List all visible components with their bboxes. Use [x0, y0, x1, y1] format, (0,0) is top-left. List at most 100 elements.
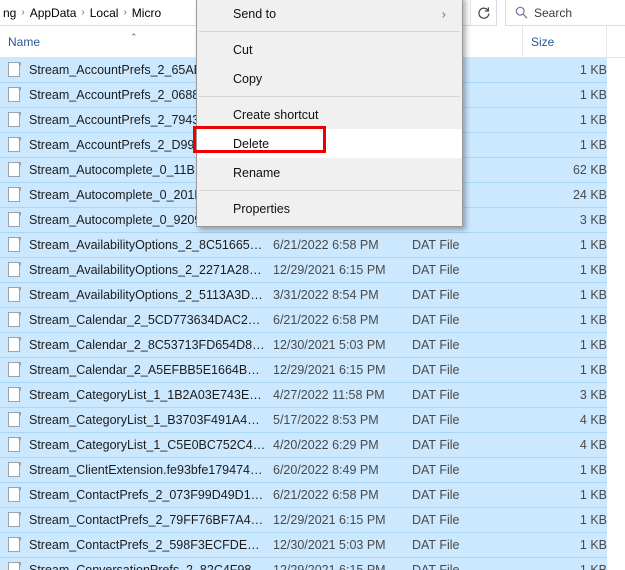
- menu-separator: [199, 31, 460, 32]
- table-row[interactable]: Stream_Calendar_2_8C53713FD654D84BB... 12…: [0, 333, 625, 358]
- table-row[interactable]: Stream_CategoryList_1_B3703F491A48B8... 5…: [0, 408, 625, 433]
- file-size-cell: 24 KB: [500, 183, 607, 207]
- breadcrumb-item[interactable]: Local: [87, 3, 122, 23]
- table-row[interactable]: Stream_ClientExtension.fe93bfe17947460..…: [0, 458, 625, 483]
- file-name-label: Stream_AccountPrefs_2_65AEC...: [29, 63, 221, 77]
- file-icon: [8, 362, 21, 378]
- menu-item-cut[interactable]: Cut: [197, 35, 462, 64]
- menu-item-label: Properties: [233, 202, 290, 216]
- table-row[interactable]: Stream_CategoryList_1_C5E0BC752C42D7... 4…: [0, 433, 625, 458]
- file-icon: [8, 112, 21, 128]
- search-box[interactable]: Search: [505, 0, 625, 26]
- file-name-cell[interactable]: Stream_ClientExtension.fe93bfe17947460..…: [8, 458, 266, 482]
- file-name-cell[interactable]: Stream_Calendar_2_8C53713FD654D84BB...: [8, 333, 266, 357]
- menu-item-label: Delete: [233, 137, 269, 151]
- file-name-cell[interactable]: Stream_ContactPrefs_2_073F99D49D1B45...: [8, 483, 266, 507]
- table-row[interactable]: Stream_ContactPrefs_2_79FF76BF7A4AED... 1…: [0, 508, 625, 533]
- file-name-label: Stream_Calendar_2_A5EFBB5E1664BC48B...: [29, 363, 266, 377]
- breadcrumb-separator-icon: ›: [121, 5, 128, 21]
- file-icon: [8, 337, 21, 353]
- file-name-label: Stream_Autocomplete_0_201B...: [29, 188, 213, 202]
- table-row[interactable]: Stream_Calendar_2_5CD773634DAC2C49... 6/2…: [0, 308, 625, 333]
- file-icon: [8, 512, 21, 528]
- file-date-cell: 4/20/2022 6:29 PM: [273, 433, 407, 457]
- file-size-cell: 3 KB: [500, 208, 607, 232]
- table-row[interactable]: Stream_AvailabilityOptions_2_2271A286B..…: [0, 258, 625, 283]
- file-size-cell: 1 KB: [500, 58, 607, 82]
- breadcrumb-separator-icon: ›: [19, 5, 26, 21]
- file-name-cell[interactable]: Stream_AvailabilityOptions_2_2271A286B..…: [8, 258, 266, 282]
- menu-item-create-shortcut[interactable]: Create shortcut: [197, 100, 462, 129]
- breadcrumb-item[interactable]: ng: [0, 3, 19, 23]
- file-icon: [8, 387, 21, 403]
- table-row[interactable]: Stream_CategoryList_1_1B2A03E743E9904...…: [0, 383, 625, 408]
- file-date-cell: 6/21/2022 6:58 PM: [273, 233, 407, 257]
- menu-item-send-to[interactable]: Send to›: [197, 0, 462, 28]
- table-row[interactable]: Stream_Calendar_2_A5EFBB5E1664BC48B...12…: [0, 358, 625, 383]
- table-row[interactable]: Stream_AvailabilityOptions_2_8C51665C8..…: [0, 233, 625, 258]
- refresh-button[interactable]: [470, 0, 496, 26]
- file-name-cell[interactable]: Stream_CategoryList_1_C5E0BC752C42D7...: [8, 433, 266, 457]
- table-row[interactable]: Stream_ContactPrefs_2_598F3ECFDEDEC... 12…: [0, 533, 625, 558]
- file-name-label: Stream_AvailabilityOptions_2_8C51665C8..…: [29, 238, 266, 252]
- file-size-cell: 4 KB: [500, 408, 607, 432]
- file-size-cell: 4 KB: [500, 433, 607, 457]
- file-name-label: Stream_AvailabilityOptions_2_5113A3D5...: [29, 288, 266, 302]
- file-size-cell: 62 KB: [500, 158, 607, 182]
- file-date-cell: 12/30/2021 5:03 PM: [273, 533, 407, 557]
- file-size-cell: 1 KB: [500, 358, 607, 382]
- file-name-cell[interactable]: Stream_AvailabilityOptions_2_8C51665C8..…: [8, 233, 266, 257]
- file-date-cell: 12/30/2021 5:03 PM: [273, 333, 407, 357]
- search-icon: [515, 6, 528, 19]
- file-name-cell[interactable]: Stream_Calendar_2_5CD773634DAC2C49...: [8, 308, 266, 332]
- menu-item-copy[interactable]: Copy: [197, 64, 462, 93]
- file-icon: [8, 162, 21, 178]
- column-header-size-label: Size: [523, 35, 554, 49]
- file-size-cell: 1 KB: [500, 458, 607, 482]
- table-row[interactable]: Stream_ConversationPrefs_2_82C4F980B0...…: [0, 558, 625, 570]
- file-icon: [8, 412, 21, 428]
- file-size-cell: 1 KB: [500, 108, 607, 132]
- file-name-label: Stream_AvailabilityOptions_2_2271A286B..…: [29, 263, 266, 277]
- search-label: Search: [534, 6, 572, 20]
- file-icon: [8, 262, 21, 278]
- context-menu[interactable]: Send to› CutCopy Create shortcut Delete Rena…: [196, 0, 463, 227]
- file-size-cell: 1 KB: [500, 258, 607, 282]
- file-date-cell: 12/29/2021 6:15 PM: [273, 508, 407, 532]
- file-name-label: Stream_ClientExtension.fe93bfe17947460..…: [29, 463, 266, 477]
- file-icon: [8, 562, 21, 570]
- file-size-cell: 1 KB: [500, 83, 607, 107]
- file-name-cell[interactable]: Stream_ContactPrefs_2_79FF76BF7A4AED...: [8, 508, 266, 532]
- breadcrumb-item[interactable]: Micro: [129, 3, 164, 23]
- menu-separator: [199, 190, 460, 191]
- menu-item-rename[interactable]: Rename: [197, 158, 462, 187]
- table-row[interactable]: Stream_ContactPrefs_2_073F99D49D1B45...6…: [0, 483, 625, 508]
- file-date-cell: 5/17/2022 8:53 PM: [273, 408, 407, 432]
- file-icon: [8, 437, 21, 453]
- file-name-cell[interactable]: Stream_ContactPrefs_2_598F3ECFDEDEC...: [8, 533, 266, 557]
- file-icon: [8, 62, 21, 78]
- breadcrumb: ng›AppData›Local›Micro: [0, 3, 164, 23]
- file-icon: [8, 462, 21, 478]
- file-name-cell[interactable]: Stream_ConversationPrefs_2_82C4F980B0...: [8, 558, 266, 570]
- file-date-cell: 6/21/2022 6:58 PM: [273, 308, 407, 332]
- file-name-label: Stream_ContactPrefs_2_79FF76BF7A4AED...: [29, 513, 266, 527]
- file-name-cell[interactable]: Stream_AvailabilityOptions_2_5113A3D5...: [8, 283, 266, 307]
- file-date-cell: 6/20/2022 8:49 PM: [273, 458, 407, 482]
- table-row[interactable]: Stream_AvailabilityOptions_2_5113A3D5...…: [0, 283, 625, 308]
- menu-item-properties[interactable]: Properties: [197, 194, 462, 223]
- file-icon: [8, 487, 21, 503]
- breadcrumb-item[interactable]: AppData: [27, 3, 80, 23]
- file-size-cell: 1 KB: [500, 233, 607, 257]
- submenu-chevron-right-icon: ›: [442, 7, 446, 20]
- refresh-icon: [477, 6, 491, 20]
- menu-item-delete[interactable]: Delete: [197, 129, 462, 158]
- file-name-cell[interactable]: Stream_CategoryList_1_B3703F491A48B8...: [8, 408, 266, 432]
- file-size-cell: 1 KB: [500, 533, 607, 557]
- file-icon: [8, 537, 21, 553]
- column-header-size[interactable]: Size: [523, 26, 607, 57]
- file-name-cell[interactable]: Stream_CategoryList_1_1B2A03E743E9904...: [8, 383, 266, 407]
- file-name-label: Stream_ContactPrefs_2_073F99D49D1B45...: [29, 488, 266, 502]
- file-size-cell: 1 KB: [500, 308, 607, 332]
- file-name-cell[interactable]: Stream_Calendar_2_A5EFBB5E1664BC48B...: [8, 358, 266, 382]
